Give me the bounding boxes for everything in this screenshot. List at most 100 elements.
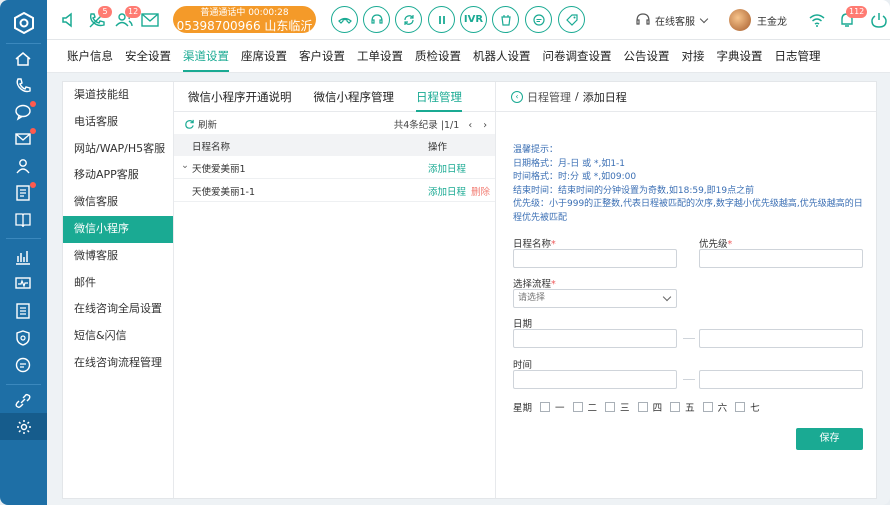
submenu-item[interactable]: 短信&闪信 <box>63 323 173 350</box>
tip-line: 温馨提示： <box>513 145 559 155</box>
monitor-icon[interactable] <box>12 273 34 295</box>
submenu-item[interactable]: 微博客服 <box>63 243 173 270</box>
submenu-item[interactable]: 微信小程序 <box>63 215 173 243</box>
message-button[interactable] <box>525 6 552 33</box>
checkbox-box[interactable] <box>637 402 648 412</box>
weekday-checkbox[interactable]: 一 <box>540 400 565 414</box>
home-icon[interactable] <box>12 48 34 70</box>
speaker-icon[interactable] <box>59 10 79 30</box>
chat-icon[interactable] <box>12 101 36 123</box>
phone-icon[interactable] <box>12 75 34 97</box>
mail-icon[interactable] <box>12 128 36 150</box>
menu-item[interactable]: 日志管理 <box>769 40 827 72</box>
gear-icon[interactable] <box>0 413 47 440</box>
weekday-checkbox[interactable]: 七 <box>735 400 760 414</box>
transfer-button[interactable] <box>395 6 422 33</box>
weekday-checkbox[interactable]: 五 <box>670 400 695 414</box>
user-menu[interactable]: 王金龙 <box>729 9 787 31</box>
ivr-button[interactable]: IVR <box>460 6 487 33</box>
form-icon[interactable] <box>12 182 36 204</box>
tab[interactable]: 日程管理 <box>416 82 462 112</box>
menu-item[interactable]: 问卷调查设置 <box>537 40 618 72</box>
submenu-item[interactable]: 电话客服 <box>63 109 173 136</box>
add-schedule-link[interactable]: 添加日程 <box>428 184 466 198</box>
time-end-input[interactable] <box>699 370 863 389</box>
menu-item[interactable]: 机器人设置 <box>467 40 537 72</box>
menu-item[interactable]: 渠道设置 <box>177 40 235 72</box>
logo-icon <box>14 12 34 34</box>
menu-item[interactable]: 账户信息 <box>61 40 119 72</box>
message-icon[interactable] <box>12 354 34 376</box>
submenu-item[interactable]: 微信客服 <box>63 189 173 216</box>
submenu-item[interactable]: 渠道技能组 <box>63 82 173 109</box>
submenu-item[interactable]: 在线咨询流程管理 <box>63 350 173 377</box>
survey-button[interactable] <box>492 6 519 33</box>
checkbox-box[interactable] <box>670 402 681 412</box>
mail-icon[interactable] <box>140 10 160 30</box>
pause-icon <box>438 15 445 24</box>
priority-input[interactable] <box>699 249 863 268</box>
notification-button[interactable]: 112 <box>837 6 868 30</box>
main-panel: 渠道技能组 电话客服 网站/WAP/H5客服 移动APP客服 微信客服 微信小程序 微博客服… <box>62 81 877 499</box>
tab[interactable]: 微信小程序开通说明 <box>188 82 292 111</box>
shield-icon[interactable] <box>12 327 34 349</box>
date-end-input[interactable] <box>699 329 863 348</box>
consult-button[interactable] <box>363 6 390 33</box>
date-start-input[interactable] <box>513 329 677 348</box>
breadcrumb: ‹ 日程管理 / 添加日程 <box>496 82 876 112</box>
tip-line: 日期格式：月-日 或 *,如1-1 <box>513 158 626 169</box>
table-row[interactable]: ⌄ 天使爱美丽1 添加日程 <box>174 156 495 179</box>
weekday-checkbox[interactable]: 四 <box>637 400 662 414</box>
prev-page-icon[interactable]: ‹ <box>468 120 472 131</box>
menu-item[interactable]: 对接 <box>676 40 711 72</box>
headset-icon <box>370 13 383 24</box>
delete-link[interactable]: 删除 <box>471 184 490 198</box>
checkbox-box[interactable] <box>605 402 616 412</box>
flow-select[interactable]: 请选择 <box>513 289 677 308</box>
hold-button[interactable] <box>428 6 455 33</box>
submenu-item[interactable]: 移动APP客服 <box>63 162 173 189</box>
report-icon[interactable] <box>12 300 34 322</box>
weekday-checkbox[interactable]: 六 <box>702 400 727 414</box>
next-page-icon[interactable]: › <box>483 120 487 131</box>
menu-item[interactable]: 座席设置 <box>235 40 293 72</box>
hangup-button[interactable] <box>331 6 358 33</box>
menu-item[interactable]: 安全设置 <box>119 40 177 72</box>
weekday-checkbox[interactable]: 三 <box>605 400 630 414</box>
checkbox-box[interactable] <box>572 402 583 412</box>
missed-call-button[interactable]: 5 <box>87 6 112 30</box>
chart-icon[interactable] <box>12 246 34 268</box>
group-badge: 12 <box>125 6 142 18</box>
breadcrumb-separator: / <box>575 90 579 103</box>
tag-button[interactable] <box>558 6 585 33</box>
power-icon[interactable] <box>869 10 889 30</box>
save-button[interactable]: 保存 <box>796 428 863 450</box>
checkbox-box[interactable] <box>735 402 746 412</box>
menu-item[interactable]: 公告设置 <box>618 40 676 72</box>
checkbox-box[interactable] <box>540 402 551 412</box>
schedule-name-input[interactable] <box>513 249 677 268</box>
agent-status-dropdown[interactable]: 在线客服 <box>635 12 709 28</box>
contacts-icon[interactable] <box>12 155 34 177</box>
menu-item[interactable]: 工单设置 <box>351 40 409 72</box>
group-button[interactable]: 12 <box>114 6 142 30</box>
submenu-item[interactable]: 在线咨询全局设置 <box>63 296 173 323</box>
add-schedule-link[interactable]: 添加日程 <box>428 161 466 175</box>
back-icon[interactable]: ‹ <box>511 90 523 103</box>
menu-item[interactable]: 客户设置 <box>293 40 351 72</box>
menu-item[interactable]: 质检设置 <box>409 40 467 72</box>
refresh-button[interactable]: 刷新 <box>184 117 217 131</box>
breadcrumb-parent[interactable]: 日程管理 <box>527 89 571 105</box>
menu-item[interactable]: 字典设置 <box>711 40 769 72</box>
pagination-info: 共4条纪录 |1/1 <box>393 120 460 131</box>
submenu-item[interactable]: 网站/WAP/H5客服 <box>63 136 173 163</box>
link-icon[interactable] <box>12 390 34 412</box>
book-icon[interactable] <box>12 209 34 231</box>
tab[interactable]: 微信小程序管理 <box>314 82 395 111</box>
weekday-checkbox[interactable]: 二 <box>572 400 597 414</box>
chevron-down-icon[interactable]: ⌄ <box>181 160 189 171</box>
table-row[interactable]: 天使爱美丽1-1 添加日程 删除 <box>174 179 495 202</box>
checkbox-box[interactable] <box>702 402 713 412</box>
time-start-input[interactable] <box>513 370 677 389</box>
submenu-item[interactable]: 邮件 <box>63 270 173 297</box>
